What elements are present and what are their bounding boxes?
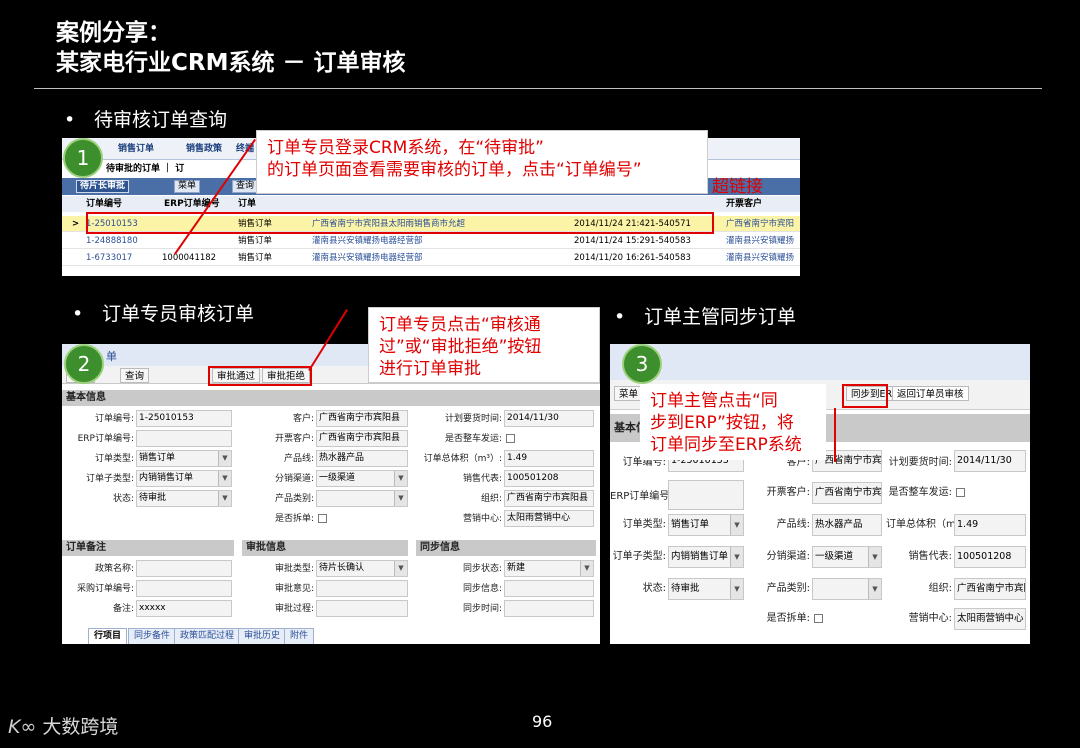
order-type-select[interactable]: 销售订单 ▼ bbox=[136, 450, 232, 467]
screenshot-order-review: 单 菜单 查询 审批通过 审批拒绝 基本信息 订单编号: 1-25010153 … bbox=[62, 344, 600, 644]
tab-approval-history[interactable]: 审批历史 bbox=[238, 628, 287, 644]
channel-select[interactable]: 一级渠道 ▼ bbox=[316, 470, 408, 487]
logo-mark-icon: K∞ bbox=[8, 716, 37, 738]
table-row[interactable]: 1-6733017 1000041182 销售订单 灌南县兴安镇耀扬电器经营部 … bbox=[62, 250, 800, 266]
highlight-sync-erp bbox=[842, 384, 888, 408]
callout-step2: 订单专员点击“审核通 过”或“审批拒绝”按钮 进行订单审批 bbox=[368, 307, 600, 383]
tab-attachments[interactable]: 附件 bbox=[284, 628, 315, 644]
status-select[interactable]: 待审批 ▼ bbox=[668, 578, 744, 600]
tab-sync-parts[interactable]: 同步备件 bbox=[128, 628, 177, 644]
menu-button[interactable]: 菜单 bbox=[614, 386, 644, 401]
marketing-center-field[interactable]: 太阳雨营销中心 bbox=[504, 510, 594, 527]
chevron-down-icon: ▼ bbox=[730, 547, 743, 567]
title-divider bbox=[34, 88, 1042, 89]
step-badge-1: 1 bbox=[63, 138, 103, 178]
chevron-down-icon: ▼ bbox=[868, 547, 881, 567]
chevron-down-icon: ▼ bbox=[580, 561, 593, 576]
plan-date-field[interactable]: 2014/11/30 bbox=[954, 450, 1026, 472]
page-title-line1: 案例分享： bbox=[56, 20, 171, 46]
bullet-query-orders: • 待审核订单查询 bbox=[64, 109, 228, 131]
product-category-select[interactable]: ▼ bbox=[316, 490, 408, 507]
sync-state-select[interactable]: 新建 ▼ bbox=[504, 560, 594, 577]
page-number: 96 bbox=[532, 712, 553, 731]
chevron-down-icon: ▼ bbox=[394, 561, 407, 576]
product-line-field[interactable]: 热水器产品 bbox=[316, 450, 408, 467]
page-title-line2: 某家电行业CRM系统 － 订单审核 bbox=[56, 50, 406, 76]
callout-pointer bbox=[834, 408, 836, 462]
product-line-field[interactable]: 热水器产品 bbox=[812, 514, 882, 536]
callout-step1-tail: 超链接 bbox=[712, 177, 763, 197]
view-select[interactable]: 待片长审批 bbox=[76, 180, 130, 193]
plan-date-field[interactable]: 2014/11/30 bbox=[504, 410, 594, 427]
chevron-down-icon: ▼ bbox=[730, 515, 743, 535]
split-order-checkbox[interactable] bbox=[318, 514, 327, 523]
highlight-approve-reject bbox=[208, 366, 312, 386]
invoice-customer-field[interactable]: 广西省南宁市宾阳县 bbox=[316, 430, 408, 447]
sales-rep-field[interactable]: 100501208 bbox=[504, 470, 594, 487]
approval-type-select[interactable]: 待片长确认 ▼ bbox=[316, 560, 408, 577]
order-type-select[interactable]: 销售订单 ▼ bbox=[668, 514, 744, 536]
section-order-remark: 订单备注 bbox=[62, 540, 234, 556]
channel-select[interactable]: 一级渠道 ▼ bbox=[812, 546, 882, 568]
marketing-center-field[interactable]: 太阳雨营销中心 bbox=[954, 608, 1026, 630]
brand-logo: K∞ 大数跨境 bbox=[8, 716, 119, 738]
organization-field[interactable]: 广西省南宁市宾阳县 bbox=[954, 578, 1026, 600]
policy-name-field[interactable] bbox=[136, 560, 232, 577]
sync-info-field[interactable] bbox=[504, 580, 594, 597]
whole-car-checkbox[interactable] bbox=[506, 434, 515, 443]
purchase-order-field[interactable] bbox=[136, 580, 232, 597]
order-number-link[interactable]: 1-24888180 bbox=[86, 233, 138, 249]
approval-process-field[interactable] bbox=[316, 600, 408, 617]
tab-sales-policy[interactable]: 销售政策 bbox=[186, 141, 222, 158]
callout-step1: 订单专员登录CRM系统，在“待审批” 的订单页面查看需要审核的订单，点击“订单编… bbox=[256, 130, 708, 194]
split-order-checkbox[interactable] bbox=[814, 614, 823, 623]
query-button[interactable]: 查询 bbox=[120, 368, 150, 383]
order-number-link[interactable]: 1-6733017 bbox=[86, 250, 132, 266]
note-field[interactable]: xxxxx bbox=[136, 600, 232, 617]
section-basic-info: 基本信息 bbox=[62, 390, 600, 406]
query-button[interactable]: 查询 bbox=[232, 180, 259, 193]
return-reviewer-button[interactable]: 返回订单员审核 bbox=[892, 386, 969, 401]
chevron-down-icon: ▼ bbox=[730, 579, 743, 599]
tab-sales-order[interactable]: 销售订单 bbox=[118, 141, 154, 158]
tab-policy-match[interactable]: 政策匹配过程 bbox=[174, 628, 241, 644]
table-header: 订单编号 ERP订单编号 订单 开票客户 bbox=[62, 196, 800, 212]
approval-opinion-field[interactable] bbox=[316, 580, 408, 597]
bullet-sync-orders: • 订单主管同步订单 bbox=[614, 306, 797, 328]
volume-field[interactable]: 1.49 bbox=[504, 450, 594, 467]
customer-field[interactable]: 广西省南宁市宾阳县 bbox=[316, 410, 408, 427]
chevron-down-icon: ▼ bbox=[394, 471, 407, 486]
chevron-down-icon: ▼ bbox=[218, 471, 231, 486]
form-title: 单 bbox=[106, 350, 117, 363]
callout-step3: 订单主管点击“同 步到ERP”按钮，将 订单同步至ERP系统 bbox=[640, 384, 826, 460]
highlight-row-box bbox=[86, 212, 714, 234]
chevron-down-icon: ▼ bbox=[868, 579, 881, 599]
organization-field[interactable]: 广西省南宁市宾阳县 bbox=[504, 490, 594, 507]
table-row[interactable]: 1-24888180 销售订单 灌南县兴安镇耀扬电器经营部 2014/11/24… bbox=[62, 233, 800, 249]
view-subtitle: 待审批的订单 ｜ 订 bbox=[106, 164, 185, 174]
menu-button[interactable]: 菜单 bbox=[174, 180, 201, 193]
chevron-down-icon: ▼ bbox=[218, 451, 231, 466]
whole-car-checkbox[interactable] bbox=[956, 488, 965, 497]
order-subtype-select[interactable]: 内销销售订单 ▼ bbox=[668, 546, 744, 568]
sales-rep-field[interactable]: 100501208 bbox=[954, 546, 1026, 568]
chevron-down-icon: ▼ bbox=[218, 491, 231, 506]
section-approval-info: 审批信息 bbox=[242, 540, 408, 556]
erp-number-field[interactable] bbox=[668, 480, 744, 510]
invoice-customer-field[interactable]: 广西省南宁市宾阳县 bbox=[812, 482, 882, 504]
volume-field[interactable]: 1.49 bbox=[954, 514, 1026, 536]
order-number-field[interactable]: 1-25010153 bbox=[136, 410, 232, 427]
bullet-review-orders: • 订单专员审核订单 bbox=[72, 303, 255, 325]
order-subtype-select[interactable]: 内销销售订单 ▼ bbox=[136, 470, 232, 487]
tab-line-items[interactable]: 行项目 bbox=[88, 628, 128, 644]
product-category-select[interactable]: ▼ bbox=[812, 578, 882, 600]
section-sync-info: 同步信息 bbox=[416, 540, 596, 556]
chevron-down-icon: ▼ bbox=[394, 491, 407, 506]
erp-number-field[interactable] bbox=[136, 430, 232, 447]
sync-time-field[interactable] bbox=[504, 600, 594, 617]
status-select[interactable]: 待审批 ▼ bbox=[136, 490, 232, 507]
step-badge-2: 2 bbox=[64, 344, 104, 384]
step-badge-3: 3 bbox=[622, 344, 662, 384]
